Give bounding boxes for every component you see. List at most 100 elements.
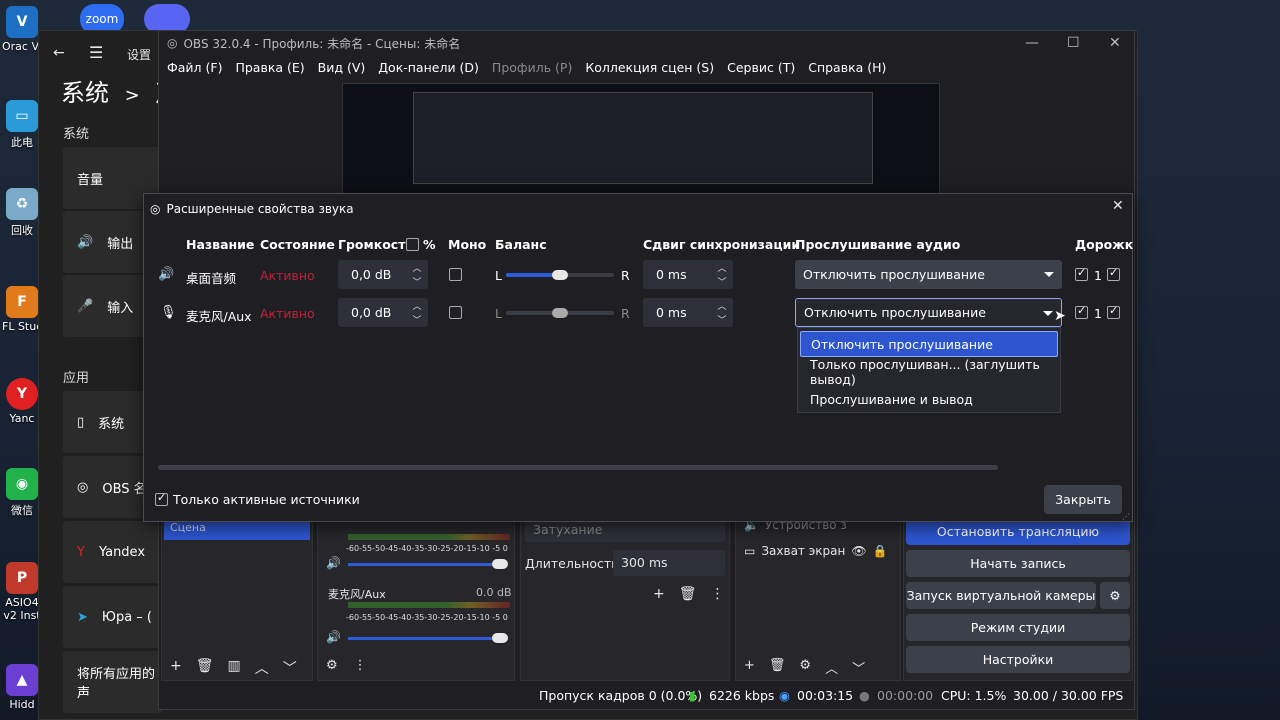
obs-titlebar: ◎ OBS 32.0.4 - Профиль: 未命名 - Сцены: 未命名 bbox=[159, 31, 1134, 55]
balance-knob[interactable] bbox=[552, 308, 568, 318]
stop-stream-button[interactable]: Остановить трансляцию bbox=[906, 518, 1130, 545]
balance-knob[interactable] bbox=[552, 270, 568, 280]
channel1-volume-slider[interactable] bbox=[348, 563, 496, 566]
chevron-up-icon[interactable]: ︿ bbox=[717, 261, 726, 274]
filter-icon[interactable]: ▥ bbox=[228, 658, 241, 678]
track-checkbox[interactable] bbox=[1075, 266, 1088, 281]
resize-grip-icon[interactable]: ⋰ bbox=[1122, 512, 1130, 521]
mouse-cursor-icon: ➤ bbox=[1054, 308, 1066, 324]
virtual-camera-button[interactable]: Запуск виртуальной камеры bbox=[906, 582, 1096, 609]
desktop-icon-virtualbox[interactable]: V Orac Virtua bbox=[2, 6, 42, 53]
desktop-icon-computer[interactable]: ▭ 此电 bbox=[2, 100, 42, 150]
mono-checkbox[interactable] bbox=[449, 268, 462, 281]
header-tracks: Дорожк bbox=[1075, 237, 1134, 252]
duration-input[interactable]: 300 ms bbox=[613, 550, 725, 576]
chevron-up-icon[interactable]: ︿ bbox=[717, 299, 726, 312]
speaker-icon[interactable]: 🔊 bbox=[326, 556, 341, 570]
sync-offset-spinbox[interactable]: 0 ms ︿ ﹀ bbox=[643, 260, 733, 289]
desktop-icon-hidden[interactable]: ▲ Hidd bbox=[2, 664, 42, 711]
volume-spinbox[interactable]: 0,0 dB ︿ ﹀ bbox=[338, 260, 428, 289]
desktop-icon-flstudio[interactable]: F FL Studi bbox=[2, 286, 42, 333]
close-icon[interactable]: ✕ bbox=[1112, 198, 1124, 214]
chevron-down-icon[interactable]: ﹀ bbox=[717, 275, 726, 288]
studio-mode-button[interactable]: Режим студии bbox=[906, 614, 1130, 641]
track-checkbox[interactable] bbox=[1107, 304, 1120, 319]
desktop-icon-recycle-bin[interactable]: ♻ 回收 bbox=[2, 188, 42, 238]
arrow-up-icon[interactable]: ︿ bbox=[255, 658, 269, 678]
menu-scene-collection[interactable]: Коллекция сцен (S) bbox=[585, 60, 714, 75]
spin-arrows[interactable]: ︿ ﹀ bbox=[711, 260, 733, 289]
spin-arrows[interactable]: ︿ ﹀ bbox=[711, 298, 733, 327]
eye-icon[interactable]: 👁 bbox=[851, 544, 866, 558]
breadcrumb-root[interactable]: 系统 bbox=[61, 79, 109, 107]
monitoring-select[interactable]: Отключить прослушивание bbox=[795, 260, 1062, 289]
preview-canvas[interactable] bbox=[342, 83, 940, 195]
spin-arrows[interactable]: ︿ ﹀ bbox=[406, 260, 428, 289]
percent-toggle-checkbox[interactable] bbox=[406, 238, 419, 251]
desktop-icon-wechat[interactable]: ◉ 微信 bbox=[2, 468, 42, 518]
track-checkbox[interactable] bbox=[1107, 266, 1120, 281]
trash-icon[interactable]: 🗑 bbox=[769, 658, 786, 677]
obs-title: OBS 32.0.4 - Профиль: 未命名 - Сцены: 未命名 bbox=[183, 36, 461, 51]
gear-icon[interactable]: ⚙ bbox=[799, 658, 811, 677]
settings-app-all[interactable]: 将所有应用的声 bbox=[63, 651, 163, 713]
monitoring-select[interactable]: Отключить прослушивание bbox=[795, 298, 1062, 327]
add-icon[interactable]: + bbox=[653, 586, 665, 602]
chevron-up-icon[interactable]: ︿ bbox=[412, 261, 421, 274]
wechat-icon: ◉ bbox=[6, 468, 38, 500]
settings-button[interactable]: Настройки bbox=[906, 646, 1130, 673]
more-icon[interactable]: ⋮ bbox=[354, 658, 367, 673]
chevron-up-icon[interactable]: ︿ bbox=[412, 299, 421, 312]
volume-spinbox[interactable]: 0,0 dB ︿ ﹀ bbox=[338, 298, 428, 327]
gear-icon[interactable]: ⚙ bbox=[326, 658, 338, 673]
spin-arrows[interactable]: ︿ ﹀ bbox=[406, 298, 428, 327]
lock-icon[interactable]: 🔒 bbox=[873, 544, 888, 558]
start-record-button[interactable]: Начать запись bbox=[906, 550, 1130, 577]
hamburger-icon[interactable]: ☰ bbox=[89, 43, 103, 62]
more-icon[interactable]: ⋮ bbox=[711, 586, 725, 602]
channel2-volume-slider[interactable] bbox=[348, 637, 496, 640]
chevron-down-icon[interactable]: ﹀ bbox=[412, 275, 421, 288]
speaker-icon[interactable]: 🔊 bbox=[326, 630, 341, 644]
trash-icon[interactable]: 🗑 bbox=[679, 586, 697, 602]
channel2-volume-knob[interactable] bbox=[492, 633, 508, 643]
sync-offset-spinbox[interactable]: 0 ms ︿ ﹀ bbox=[643, 298, 733, 327]
header-monitoring: Прослушивание аудио bbox=[795, 237, 961, 252]
dropdown-option[interactable]: Отключить прослушивание bbox=[800, 331, 1058, 357]
dropdown-option[interactable]: Только прослушиван... (заглушить вывод) bbox=[800, 357, 1058, 387]
arrow-down-icon[interactable]: ﹀ bbox=[283, 658, 297, 678]
menu-docks[interactable]: Док-панели (D) bbox=[378, 60, 479, 75]
chevron-down-icon[interactable]: ﹀ bbox=[412, 313, 421, 326]
arrow-left-icon[interactable]: ← bbox=[53, 45, 65, 61]
only-active-label: Только активные источники bbox=[173, 492, 360, 507]
desktop-icon-asio[interactable]: P ASIO4 v2 Inst bbox=[2, 562, 42, 622]
minimize-icon[interactable]: — bbox=[1025, 35, 1039, 51]
trash-icon[interactable]: 🗑 bbox=[196, 658, 214, 678]
menu-tools[interactable]: Сервис (T) bbox=[727, 60, 795, 75]
dropdown-option[interactable]: Прослушивание и вывод bbox=[800, 386, 1058, 412]
desktop-icon-yandex[interactable]: Y Yanc bbox=[2, 378, 42, 425]
add-icon[interactable]: + bbox=[170, 658, 182, 678]
channel1-volume-knob[interactable] bbox=[492, 559, 508, 569]
menu-file[interactable]: Файл (F) bbox=[167, 60, 222, 75]
close-button[interactable]: Закрыть bbox=[1044, 485, 1122, 514]
maximize-icon[interactable]: ☐ bbox=[1067, 35, 1080, 51]
virtual-camera-settings-button[interactable]: ⚙ bbox=[1100, 582, 1130, 609]
arrow-down-icon[interactable]: ﹀ bbox=[852, 658, 865, 677]
menu-help[interactable]: Справка (H) bbox=[808, 60, 886, 75]
settings-app-yandex[interactable]: Y Yandex bbox=[63, 521, 163, 583]
settings-app-telegram[interactable]: ➤ Юра – ( bbox=[63, 586, 163, 648]
menu-view[interactable]: Вид (V) bbox=[318, 60, 366, 75]
menu-profile[interactable]: Профиль (P) bbox=[492, 60, 572, 75]
track-checkbox[interactable] bbox=[1075, 304, 1088, 319]
only-active-checkbox[interactable] bbox=[155, 491, 168, 506]
channel2-meter-fill bbox=[348, 602, 510, 608]
horizontal-scrollbar[interactable] bbox=[158, 465, 998, 470]
mono-checkbox[interactable] bbox=[449, 306, 462, 319]
arrow-up-icon[interactable]: ︿ bbox=[825, 658, 838, 677]
chevron-down-icon[interactable]: ﹀ bbox=[717, 313, 726, 326]
close-icon[interactable]: ✕ bbox=[1109, 35, 1121, 51]
source-item[interactable]: ▭ Захват экран 👁 🔒 bbox=[744, 544, 888, 558]
add-icon[interactable]: + bbox=[744, 658, 755, 677]
menu-edit[interactable]: Правка (E) bbox=[235, 60, 304, 75]
